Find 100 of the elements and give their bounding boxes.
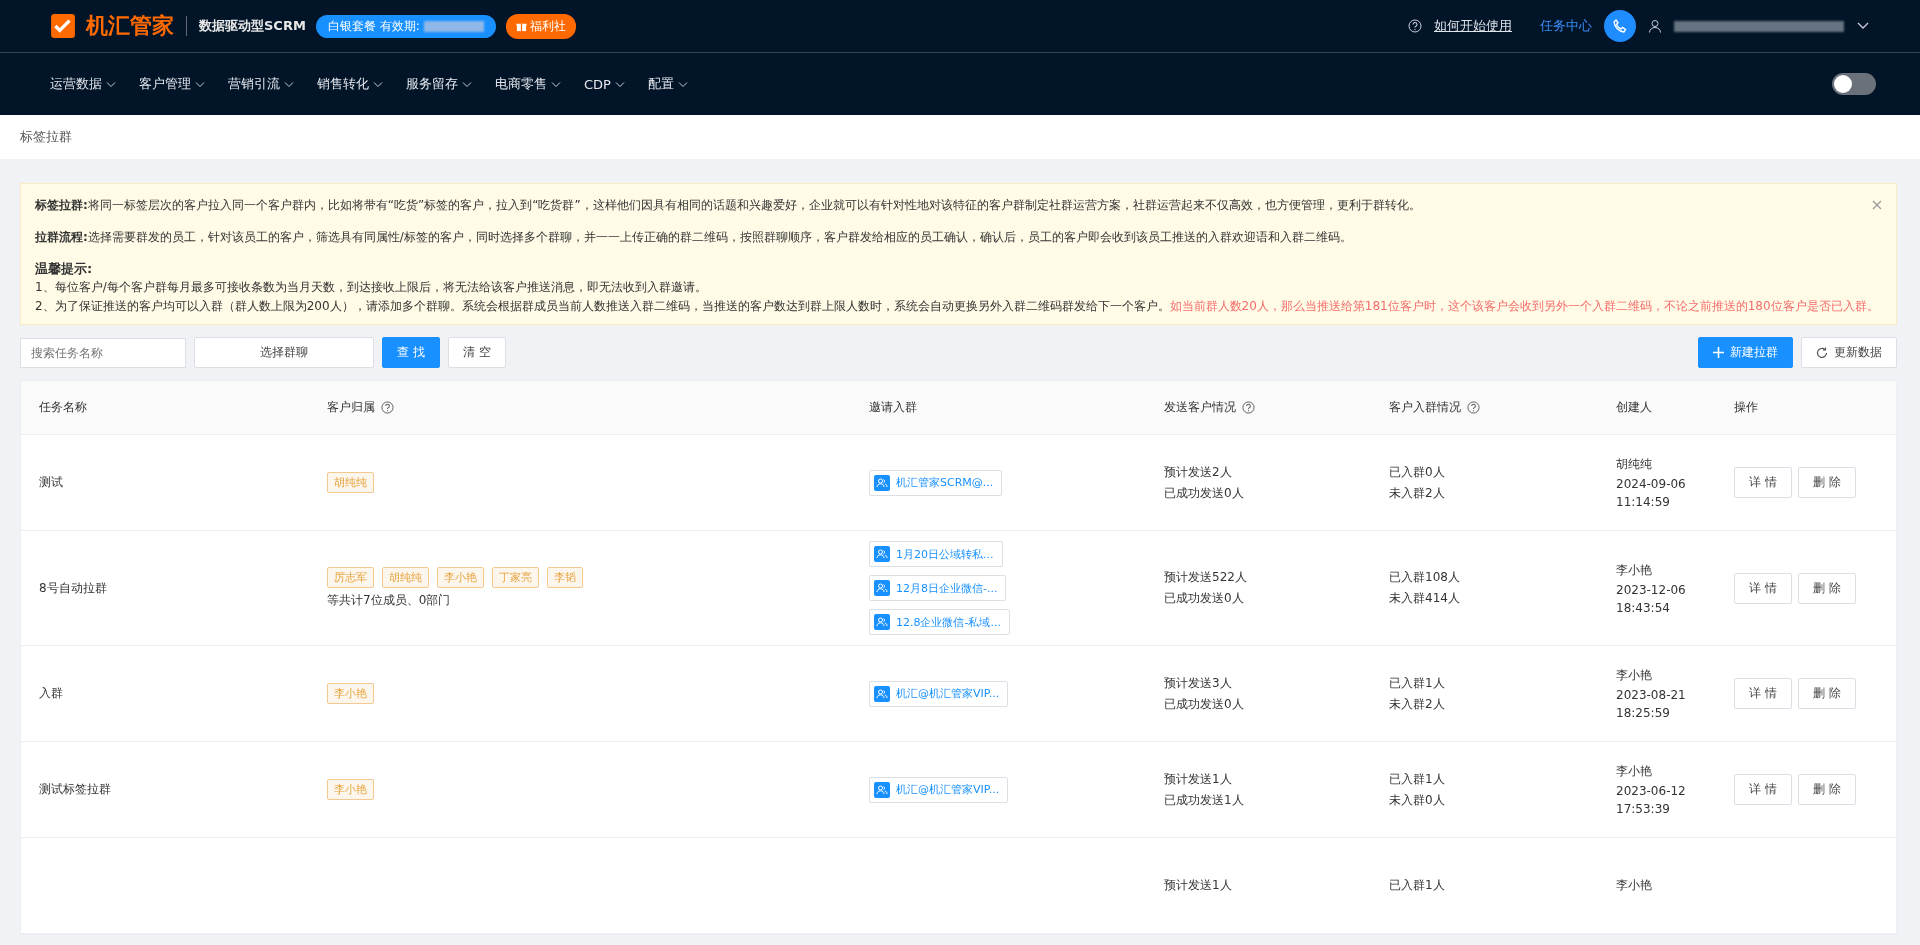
- task-center-link[interactable]: 任务中心: [1540, 17, 1592, 35]
- task-name: 测试标签拉群: [39, 781, 111, 798]
- phone-button[interactable]: [1604, 10, 1636, 42]
- join-status: 已入群1人: [1389, 770, 1445, 788]
- task-name: 测试: [39, 474, 63, 491]
- nav-menu-item[interactable]: 营销引流: [228, 75, 294, 93]
- member-tag: 李小艳: [437, 567, 484, 588]
- group-icon: [874, 685, 890, 702]
- creator-info: 李小艳: [1616, 763, 1652, 780]
- member-tag: 胡纯纯: [382, 567, 429, 588]
- join-status: 已入群1人: [1389, 877, 1445, 894]
- creator-info: 11:14:59: [1616, 495, 1670, 509]
- column-header: 任务名称: [39, 399, 87, 416]
- chevron-down-icon: [462, 80, 472, 88]
- member-tag: 丁家亮: [492, 567, 539, 588]
- member-tag: 李小艳: [327, 683, 374, 704]
- details-button[interactable]: 详 情: [1734, 774, 1792, 805]
- join-status: 未入群2人: [1389, 695, 1445, 713]
- nav-menu-item[interactable]: 运营数据: [50, 75, 116, 93]
- nav-menu-item[interactable]: 销售转化: [317, 75, 383, 93]
- send-status: 预计发送2人: [1164, 463, 1232, 481]
- chevron-down-icon: [551, 80, 561, 88]
- member-tag: 胡纯纯: [327, 472, 374, 493]
- details-button[interactable]: 详 情: [1734, 572, 1792, 604]
- notice-paragraph: 标签拉群:将同一标签层次的客户拉入同一个客户群内，比如将带有“吃货”标签的客户，拉入到“吃货群”，这样他们因具有相同的话题和兴趣爱好，企业就可以有针对性地对该特征的客户群制定社群运营方案，社群运营起来不仅高效，也方便管理，更利于群转化。: [35, 197, 1422, 214]
- send-status: 预计发送3人: [1164, 674, 1232, 692]
- chevron-down-icon: [614, 80, 625, 88]
- send-status: 已成功发送0人: [1164, 590, 1244, 607]
- help-icon: [1408, 19, 1422, 33]
- group-icon: [874, 580, 890, 596]
- clear-button[interactable]: 清 空: [447, 337, 506, 368]
- creator-info: 胡纯纯: [1616, 456, 1652, 473]
- delete-button[interactable]: 删 除: [1797, 678, 1856, 709]
- join-status: 未入群0人: [1389, 791, 1445, 809]
- toggle-switch[interactable]: [1832, 73, 1876, 95]
- column-header: 操作: [1734, 399, 1758, 416]
- join-status: 未入群2人: [1389, 484, 1445, 502]
- delete-button[interactable]: 删 除: [1797, 572, 1856, 604]
- join-status: 已入群1人: [1389, 674, 1445, 692]
- group-icon: [874, 781, 890, 798]
- user-icon: [1648, 19, 1662, 33]
- nav-menu-item[interactable]: CDP: [584, 75, 625, 93]
- plan-badge: 白银套餐 有效期:: [315, 14, 496, 38]
- logo-text: 机汇管家: [86, 12, 174, 40]
- send-status: 已成功发送0人: [1164, 695, 1244, 713]
- breadcrumb: 标签拉群: [0, 115, 1920, 159]
- plus-icon: [1713, 347, 1724, 358]
- column-header: 创建人: [1616, 399, 1652, 416]
- send-status: 已成功发送1人: [1164, 791, 1244, 809]
- details-button[interactable]: 详 情: [1734, 467, 1792, 498]
- chevron-down-icon: [106, 80, 116, 88]
- close-icon[interactable]: [1872, 200, 1882, 210]
- refresh-button[interactable]: 更新数据: [1801, 337, 1897, 368]
- join-status: 已入群108人: [1389, 569, 1460, 586]
- send-status: 已成功发送0人: [1164, 484, 1244, 502]
- member-summary: 等共计7位成员、0部门: [327, 592, 451, 609]
- help-link[interactable]: 如何开始使用: [1434, 17, 1512, 35]
- creator-info: 2023-12-06: [1616, 582, 1686, 597]
- delete-button[interactable]: 删 除: [1797, 467, 1856, 498]
- details-button[interactable]: 详 情: [1734, 678, 1792, 709]
- task-name: 8号自动拉群: [39, 579, 107, 597]
- column-header: 客户归属: [327, 399, 375, 416]
- send-status: 预计发送1人: [1164, 877, 1232, 894]
- nav-menu-item[interactable]: 电商零售: [495, 75, 561, 93]
- search-field[interactable]: 搜索任务名称: [20, 337, 186, 368]
- task-name: 入群: [39, 685, 63, 702]
- redacted-date: [423, 20, 484, 32]
- refresh-icon: [1816, 346, 1828, 359]
- nav-menu-item[interactable]: 服务留存: [406, 75, 472, 93]
- subtitle: 数据驱动型SCRM: [199, 17, 306, 35]
- creator-info: 18:25:59: [1616, 706, 1670, 720]
- group-icon: [874, 546, 890, 562]
- tip-text: 2、为了保证推送的客户均可以入群（群人数上限为200人），请添加多个群聊。系统会根据群成员当前人数推送入群二维码，当推送的客户数达到群上限人数时，系统会自动更换另外入群二维码群发给下一个客户。如当前群人数20人，那么当推送给第181位客户时，这个该客户会收到另外一个入群二维码，不论之前推送的180位客户是否已入群。: [35, 298, 1880, 315]
- phone-icon: [1612, 18, 1628, 34]
- send-status: 预计发送1人: [1164, 770, 1232, 788]
- column-header: 客户入群情况: [1389, 399, 1461, 416]
- chevron-down-icon: [373, 80, 383, 88]
- nav-menu-item[interactable]: 客户管理: [139, 75, 205, 93]
- member-tag: 李小艳: [327, 779, 374, 800]
- group-select[interactable]: 选择群聊: [194, 337, 374, 368]
- tips-title: 温馨提示:: [35, 260, 94, 278]
- creator-info: 李小艳: [1616, 877, 1652, 894]
- group-icon: [874, 614, 890, 630]
- nav-menu-item[interactable]: 配置: [647, 75, 688, 93]
- creator-info: 2023-08-21: [1616, 688, 1686, 702]
- creator-info: 李小艳: [1616, 561, 1652, 579]
- notice-paragraph: 拉群流程:选择需要群发的员工，针对该员工的客户，筛选具有同属性/标签的客户，同时选择多个群聊，并一一上传正确的群二维码，按照群聊顺序，客户群发给相应的员工确认，确认后，员工的客户即会收到该员工推送的入群欢迎语和入群二维码。: [35, 229, 1353, 246]
- chevron-down-icon[interactable]: [1856, 21, 1870, 31]
- creator-info: 2024-09-06: [1616, 477, 1686, 491]
- creator-info: 李小艳: [1616, 667, 1652, 684]
- chevron-down-icon: [195, 80, 205, 88]
- tip-text: 1、每位客户/每个客户群每月最多可接收条数为当月天数，到达接收上限后，将无法给该客户推送消息，即无法收到入群邀请。: [35, 279, 708, 296]
- delete-button[interactable]: 删 除: [1797, 774, 1856, 805]
- creator-info: 17:53:39: [1616, 802, 1670, 816]
- member-tag: 李韬: [547, 567, 583, 588]
- column-header: 邀请入群: [869, 399, 917, 416]
- join-status: 已入群0人: [1389, 463, 1445, 481]
- logo-icon: [50, 13, 76, 39]
- send-status: 预计发送522人: [1164, 569, 1247, 586]
- chevron-down-icon: [677, 80, 688, 88]
